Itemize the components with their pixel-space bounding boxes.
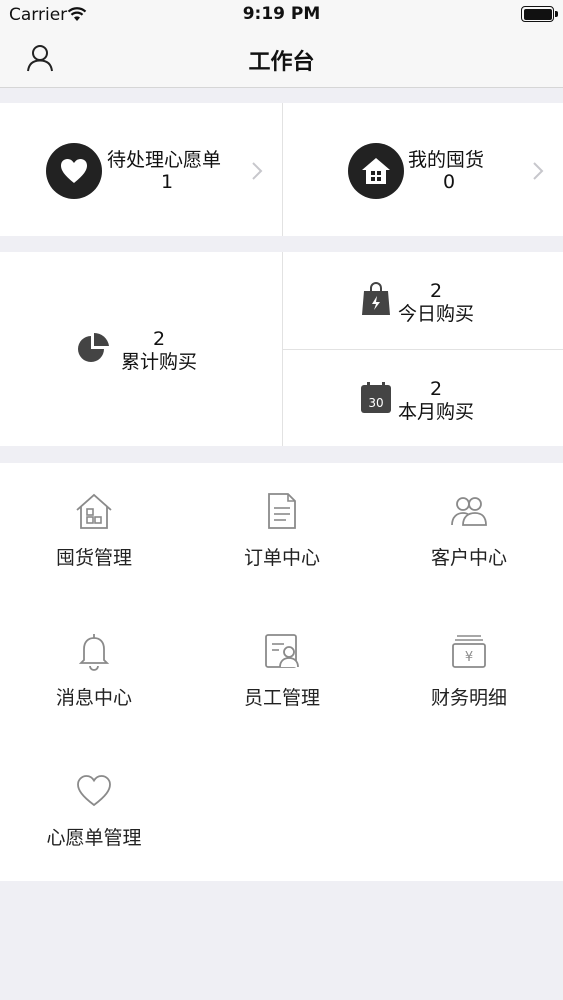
finance-icon: ¥ xyxy=(452,635,486,668)
pending-wishlist-card[interactable]: 待处理心愿单 1 xyxy=(0,103,281,236)
pending-wishlist-label: 待处理心愿单 xyxy=(107,149,222,171)
heart-outline-icon xyxy=(77,775,111,807)
grid-item-label: 囤货管理 xyxy=(55,547,132,569)
today-purchase-stat[interactable]: 2 今日购买 xyxy=(283,252,563,349)
today-purchase-label: 今日购买 xyxy=(397,303,474,325)
grid-item-order-center[interactable]: 订单中心 xyxy=(188,463,376,603)
today-purchase-value: 2 xyxy=(429,280,443,302)
svg-text:¥: ¥ xyxy=(465,650,473,665)
grid-item-wishlist-management[interactable]: 心愿单管理 xyxy=(0,743,188,883)
nav-bar: 工作台 xyxy=(0,30,563,88)
total-purchase-label: 累计购买 xyxy=(120,351,197,373)
bell-icon xyxy=(78,634,110,671)
month-purchase-value: 2 xyxy=(429,378,443,400)
grid-item-label: 客户中心 xyxy=(430,547,507,569)
status-bar: Carrier 9:19 PM xyxy=(0,0,563,30)
chevron-right-icon xyxy=(533,162,544,180)
employee-card-icon xyxy=(265,634,299,668)
warehouse-icon xyxy=(76,493,112,529)
svg-text:30: 30 xyxy=(368,396,383,410)
function-grid: 囤货管理 订单中心 客户中心 消息中心 员工管理 ¥ 财务明细 心愿单管理 xyxy=(0,463,563,881)
document-icon xyxy=(268,493,296,529)
calendar-icon: 30 xyxy=(361,382,391,413)
grid-item-label: 消息中心 xyxy=(55,687,132,709)
my-stock-card[interactable]: 我的囤货 0 xyxy=(283,103,563,236)
grid-item-staff-management[interactable]: 员工管理 xyxy=(188,603,376,743)
grid-item-message-center[interactable]: 消息中心 xyxy=(0,603,188,743)
grid-item-label: 订单中心 xyxy=(243,547,320,569)
battery-icon xyxy=(521,6,558,22)
grid-item-label: 员工管理 xyxy=(243,687,320,709)
grid-item-stock-management[interactable]: 囤货管理 xyxy=(0,463,188,603)
page-title: 工作台 xyxy=(248,50,315,75)
heart-icon xyxy=(46,143,102,199)
chevron-right-icon xyxy=(252,162,263,180)
my-stock-label: 我的囤货 xyxy=(408,149,485,171)
summary-row: 待处理心愿单 1 我的囤货 0 xyxy=(0,103,563,236)
my-stock-count: 0 xyxy=(442,171,456,193)
customers-icon xyxy=(451,497,487,526)
house-icon xyxy=(348,143,404,199)
shopping-bag-icon xyxy=(362,282,390,315)
purchase-stats: 2 累计购买 2 今日购买 30 2 本月购买 xyxy=(0,252,563,446)
month-purchase-label: 本月购买 xyxy=(397,401,474,423)
total-purchase-value: 2 xyxy=(152,328,166,350)
total-purchase-stat[interactable]: 2 累计购买 xyxy=(0,252,282,446)
pie-chart-icon xyxy=(78,332,109,362)
grid-item-customer-center[interactable]: 客户中心 xyxy=(375,463,563,603)
status-time: 9:19 PM xyxy=(242,4,321,24)
month-purchase-stat[interactable]: 30 2 本月购买 xyxy=(283,350,563,446)
pending-wishlist-count: 1 xyxy=(160,171,174,193)
grid-item-label: 心愿单管理 xyxy=(46,827,142,849)
grid-item-label: 财务明细 xyxy=(430,687,507,709)
grid-item-finance-details[interactable]: ¥ 财务明细 xyxy=(375,603,563,743)
